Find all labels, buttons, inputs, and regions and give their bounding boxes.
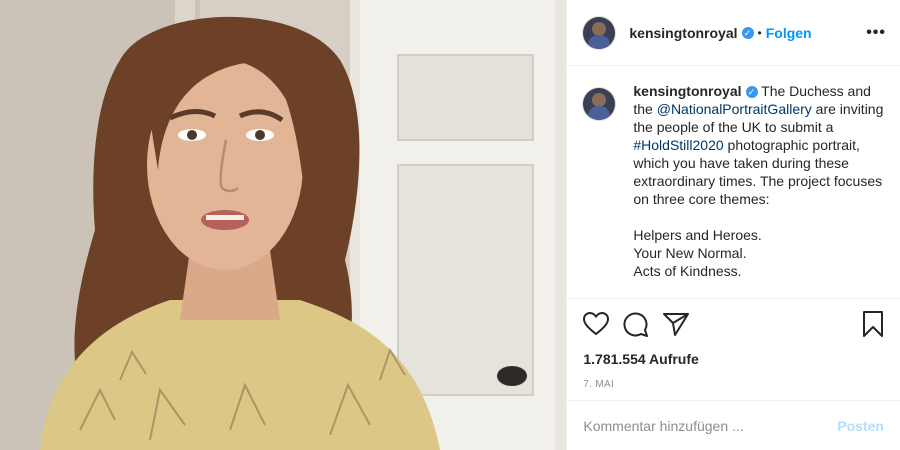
post-video[interactable] <box>0 0 567 450</box>
video-frame-image <box>0 0 567 450</box>
avatar[interactable] <box>583 16 616 49</box>
caption-avatar[interactable] <box>583 88 616 120</box>
instagram-post: kensingtonroyal ✓ • Folgen ••• kensingto… <box>0 0 900 450</box>
heart-icon[interactable] <box>583 311 610 341</box>
bookmark-icon[interactable] <box>862 310 884 342</box>
post-date[interactable]: 7. MAI <box>583 379 884 390</box>
mention-link[interactable]: @NationalPortraitGallery <box>657 101 812 117</box>
themes-list: Helpers and Heroes. Your New Normal. Act… <box>633 226 883 280</box>
caption-username-link[interactable]: kensingtonroyal <box>633 83 741 99</box>
separator-dot: • <box>757 25 762 40</box>
theme-item: Your New Normal. <box>633 245 747 261</box>
caption-section: kensingtonroyal ✓ The Duchess and the @Na… <box>567 66 900 298</box>
hashtag-link[interactable]: #HoldStill2020 <box>633 137 723 153</box>
post-sidebar: kensingtonroyal ✓ • Folgen ••• kensingto… <box>566 0 900 450</box>
views-count[interactable]: 1.781.554 Aufrufe <box>583 351 884 367</box>
actions-section: 1.781.554 Aufrufe 7. MAI <box>567 298 900 400</box>
follow-button[interactable]: Folgen <box>766 25 812 41</box>
caption-text: kensingtonroyal ✓ The Duchess and the @Na… <box>633 82 883 298</box>
theme-item: Helpers and Heroes. <box>633 227 762 243</box>
verified-badge-icon: ✓ <box>741 26 754 39</box>
action-icons <box>583 309 884 343</box>
post-header: kensingtonroyal ✓ • Folgen ••• <box>567 0 900 66</box>
comment-box: Kommentar hinzufügen ... Posten <box>567 400 900 450</box>
theme-item: Acts of Kindness. <box>633 263 742 279</box>
comment-input[interactable]: Kommentar hinzufügen ... <box>583 418 743 434</box>
caption-verified-badge-icon: ✓ <box>745 86 758 99</box>
comment-icon[interactable] <box>623 311 649 342</box>
post-comment-button[interactable]: Posten <box>837 418 884 434</box>
username-link[interactable]: kensingtonroyal <box>629 25 737 41</box>
paper-plane-icon[interactable] <box>663 312 690 341</box>
more-options-icon[interactable]: ••• <box>866 24 886 42</box>
